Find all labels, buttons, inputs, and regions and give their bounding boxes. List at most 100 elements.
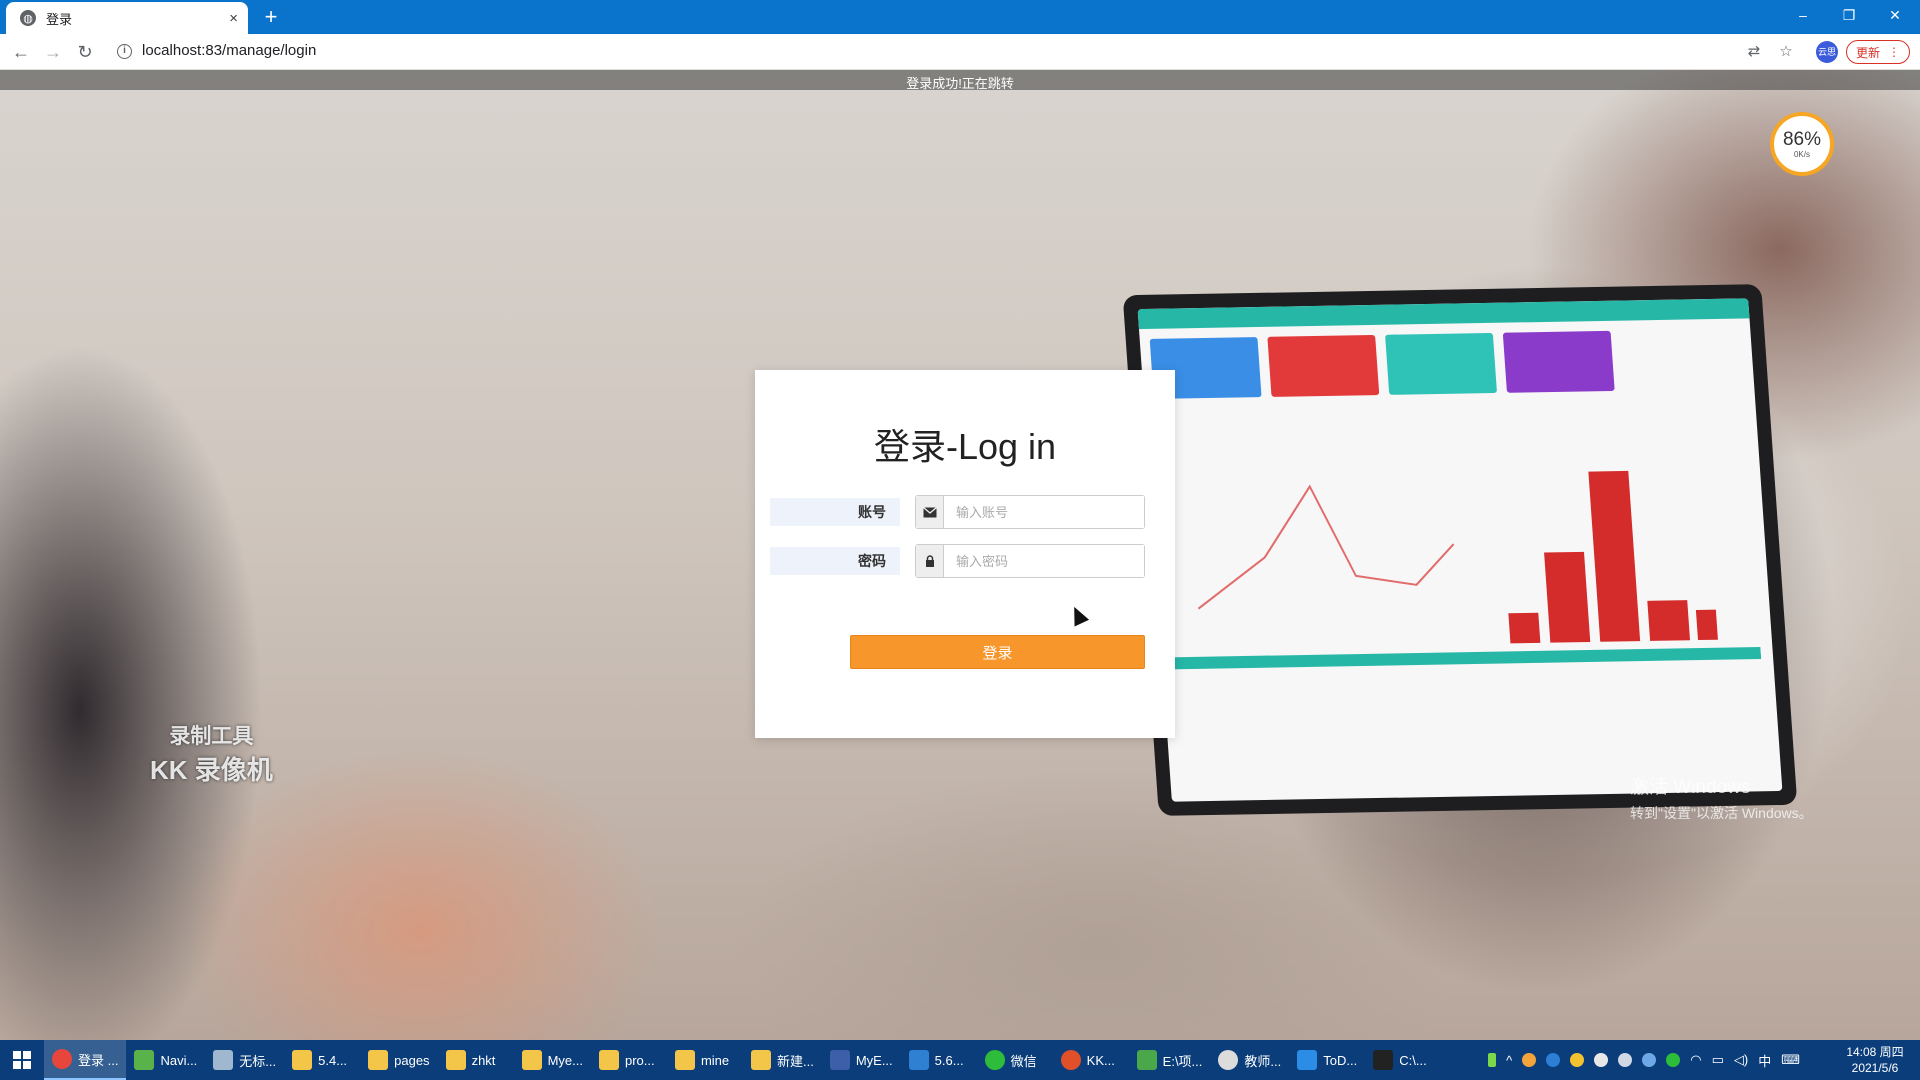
- taskbar-item[interactable]: mine: [667, 1040, 743, 1080]
- taskbar-item-label: 微信: [1010, 1053, 1037, 1069]
- tab-login[interactable]: ◍ 登录 ×: [6, 2, 248, 34]
- network-icon[interactable]: ▭: [1712, 1052, 1724, 1068]
- taskbar-item[interactable]: 微信: [977, 1040, 1053, 1080]
- folder-icon: [368, 1050, 389, 1070]
- browser-toolbar: ← → ↻ i localhost:83/manage/login ⇄ ☆ 云思…: [0, 34, 1920, 70]
- taskbar-item[interactable]: zhkt: [438, 1040, 514, 1080]
- dashboard-card: [1385, 332, 1498, 395]
- forward-arrow-icon[interactable]: →: [40, 40, 66, 64]
- page-viewport: 登录成功!正在跳转 86% 0K/s 录制工具 KK 录像机 激活 Window…: [0, 70, 1920, 1040]
- taskbar-item[interactable]: KK...: [1053, 1040, 1129, 1080]
- new-tab-button[interactable]: +: [258, 4, 284, 30]
- tray-app-icon[interactable]: [1570, 1053, 1585, 1067]
- taskbar-item[interactable]: C:\...: [1365, 1040, 1441, 1080]
- tab-close-button[interactable]: ×: [229, 10, 238, 27]
- taskbar-item[interactable]: pro...: [591, 1040, 667, 1080]
- activate-line2: 转到"设置"以激活 Windows。: [1630, 805, 1813, 821]
- info-icon[interactable]: i: [117, 44, 132, 59]
- folder-icon: [445, 1050, 466, 1070]
- taskbar-item-label: 登录 ...: [78, 1052, 119, 1068]
- wifi-icon[interactable]: ◠: [1690, 1052, 1701, 1068]
- taskbar-item[interactable]: MyE...: [822, 1040, 901, 1080]
- update-button[interactable]: 更新 ⋮: [1846, 40, 1910, 64]
- chrome-icon: [52, 1049, 72, 1069]
- taskbar-item[interactable]: E:\项...: [1129, 1040, 1211, 1080]
- dashboard-chart-graphic: [1161, 470, 1762, 670]
- taskbar-item[interactable]: 新建...: [743, 1040, 822, 1080]
- clock-time: 14:08 周四: [1846, 1045, 1904, 1059]
- speed-rate: 0K/s: [1793, 149, 1810, 159]
- clock-date: 2021/5/6: [1851, 1061, 1899, 1075]
- system-tray: ^ ◠ ▭ ◁) 中 ⌨ 14:08 周四 2021/5/6: [1488, 1040, 1920, 1080]
- taskbar-item[interactable]: 教师...: [1210, 1040, 1289, 1080]
- wechat-tray-icon[interactable]: [1666, 1053, 1681, 1067]
- chat-icon: [1218, 1050, 1239, 1070]
- star-icon[interactable]: ☆: [1776, 42, 1796, 62]
- taskbar-item-label: Mye...: [547, 1052, 583, 1068]
- activate-windows-watermark: 激活 Windows 转到"设置"以激活 Windows。: [1630, 772, 1813, 823]
- login-success-notice: 登录成功!正在跳转: [0, 70, 1920, 90]
- dashboard-card: [1267, 334, 1380, 397]
- taskbar-item-label: 5.4...: [318, 1052, 348, 1068]
- windows-start-button[interactable]: [0, 1040, 44, 1080]
- reload-icon[interactable]: ↻: [72, 40, 98, 64]
- taskbar-item[interactable]: 登录 ...: [44, 1040, 127, 1080]
- back-arrow-icon[interactable]: ←: [8, 40, 34, 64]
- taskbar-item[interactable]: Navi...: [126, 1040, 205, 1080]
- taskbar-items: 登录 ... Navi... 无标... 5.4... pages zhkt Mye... p…: [44, 1040, 1441, 1080]
- taskbar-item-label: ToD...: [1323, 1052, 1358, 1068]
- browser-tab-bar: ◍ 登录 × + – ❐ ✕: [0, 0, 1920, 34]
- volume-icon[interactable]: ◁): [1734, 1052, 1748, 1068]
- tab-title: 登录: [46, 11, 73, 27]
- speed-percent: 86%: [1782, 128, 1822, 150]
- bluetooth-icon[interactable]: [1546, 1053, 1561, 1067]
- ime-indicator[interactable]: 中: [1758, 1051, 1771, 1070]
- folder-icon: [598, 1050, 619, 1070]
- taskbar-item[interactable]: 5.6...: [901, 1040, 977, 1080]
- taskbar-item-label: 无标...: [239, 1053, 277, 1069]
- taskbar-item[interactable]: pages: [360, 1040, 437, 1080]
- network-speed-widget[interactable]: 86% 0K/s: [1770, 112, 1834, 176]
- tray-expand-icon[interactable]: ^: [1506, 1053, 1512, 1068]
- system-clock[interactable]: 14:08 周四 2021/5/6: [1840, 1044, 1910, 1076]
- navicat-icon: [134, 1050, 155, 1070]
- kk-icon: [1060, 1050, 1081, 1070]
- taskbar-item[interactable]: 5.4...: [284, 1040, 360, 1080]
- account-label: 账号: [770, 498, 900, 526]
- login-card: 登录-Log in 账号 密码 登录: [755, 370, 1175, 738]
- password-input[interactable]: [944, 545, 1144, 577]
- taskbar-item-label: Navi...: [160, 1052, 198, 1068]
- watermark-line2: KK 录像机: [150, 755, 273, 785]
- taskbar-item-label: E:\项...: [1162, 1053, 1203, 1069]
- editor-icon: [1136, 1050, 1157, 1070]
- tray-app-icon[interactable]: [1642, 1053, 1657, 1067]
- globe-icon: ◍: [20, 10, 36, 26]
- profile-avatar[interactable]: 云思: [1816, 41, 1838, 63]
- translate-icon[interactable]: ⇄: [1744, 42, 1764, 62]
- taskbar-item-label: 5.6...: [934, 1052, 964, 1068]
- taskbar-item-label: 新建...: [776, 1053, 814, 1069]
- lock-icon: [916, 545, 944, 577]
- vscode-icon: [908, 1050, 929, 1070]
- kebab-menu-icon: ⋮: [1888, 45, 1900, 59]
- keyboard-icon[interactable]: ⌨: [1781, 1052, 1800, 1068]
- close-window-button[interactable]: ✕: [1872, 0, 1918, 30]
- myeclipse-icon: [829, 1050, 850, 1070]
- notification-icon[interactable]: [1618, 1053, 1633, 1067]
- laptop-screen: [1137, 298, 1783, 802]
- restore-button[interactable]: ❐: [1826, 0, 1872, 30]
- windows-logo-icon: [13, 1051, 31, 1069]
- battery-icon[interactable]: [1488, 1053, 1497, 1067]
- taskbar-item-label: pro...: [624, 1052, 655, 1068]
- login-submit-button[interactable]: 登录: [850, 635, 1145, 669]
- kk-recorder-watermark: 录制工具 KK 录像机: [150, 720, 273, 787]
- folder-icon: [521, 1050, 542, 1070]
- account-input[interactable]: [944, 496, 1144, 528]
- minimize-button[interactable]: –: [1780, 0, 1826, 30]
- tray-app-icon[interactable]: [1594, 1053, 1609, 1067]
- address-bar[interactable]: localhost:83/manage/login: [142, 42, 316, 59]
- taskbar-item[interactable]: Mye...: [514, 1040, 591, 1080]
- taskbar-item[interactable]: ToD...: [1289, 1040, 1365, 1080]
- tray-app-icon[interactable]: [1522, 1053, 1537, 1067]
- taskbar-item[interactable]: 无标...: [205, 1040, 284, 1080]
